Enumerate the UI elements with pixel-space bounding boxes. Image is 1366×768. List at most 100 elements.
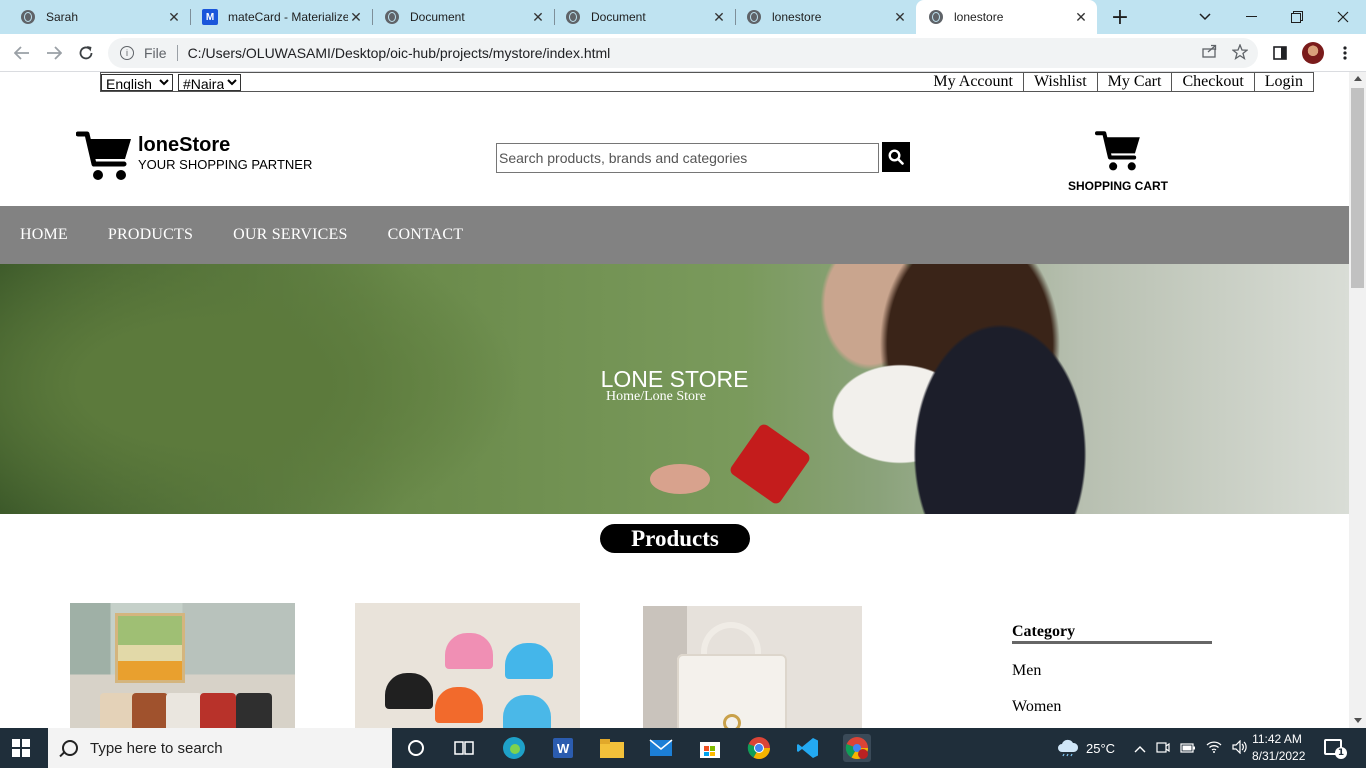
- more-menu-icon[interactable]: [1335, 43, 1355, 63]
- products-heading: Products: [600, 524, 750, 553]
- profile-avatar[interactable]: [1302, 42, 1324, 64]
- category-divider: [1012, 641, 1212, 644]
- chrome-profile-icon[interactable]: [843, 734, 871, 762]
- battery-icon[interactable]: [1180, 741, 1196, 756]
- close-icon[interactable]: ✕: [166, 9, 182, 25]
- url-text[interactable]: C:/Users/OLUWASAMI/Desktop/oic-hub/proje…: [188, 45, 611, 61]
- breadcrumb[interactable]: Home/Lone Store: [606, 389, 706, 405]
- globe-icon: [20, 9, 36, 25]
- word-icon[interactable]: W: [549, 734, 577, 762]
- wishlist-link[interactable]: Wishlist: [1022, 73, 1097, 91]
- scroll-thumb[interactable]: [1351, 88, 1364, 288]
- taskbar-search[interactable]: Type here to search: [48, 728, 392, 768]
- cortana-icon[interactable]: [402, 734, 430, 762]
- scroll-down-arrow-icon[interactable]: [1354, 718, 1362, 723]
- currency-select[interactable]: #Naira: [178, 74, 241, 91]
- close-window-button[interactable]: [1320, 0, 1366, 34]
- search-button[interactable]: [882, 142, 910, 172]
- close-icon[interactable]: ✕: [892, 9, 908, 25]
- new-tab-button[interactable]: +: [1108, 5, 1132, 30]
- forward-arrow-icon[interactable]: [42, 41, 66, 65]
- search-input[interactable]: [496, 143, 879, 173]
- login-link[interactable]: Login: [1253, 73, 1313, 91]
- shopping-cart-button[interactable]: SHOPPING CART: [1068, 130, 1168, 193]
- browser-tab-strip: Sarah ✕ M mateCard - Materialize ✕ Docum…: [0, 0, 1366, 34]
- chrome-icon[interactable]: [745, 734, 773, 762]
- weather-temp: 25°C: [1086, 740, 1116, 756]
- nav-products[interactable]: PRODUCTS: [108, 226, 193, 244]
- nav-contact[interactable]: CONTACT: [388, 226, 464, 244]
- nav-home[interactable]: HOME: [20, 226, 68, 244]
- browser-tab[interactable]: Sarah ✕: [0, 0, 190, 34]
- reload-icon[interactable]: [74, 41, 98, 65]
- wifi-icon[interactable]: [1206, 740, 1222, 756]
- close-icon[interactable]: ✕: [530, 9, 546, 25]
- category-item-men[interactable]: Men: [1012, 662, 1041, 680]
- nav-our-services[interactable]: OUR SERVICES: [233, 226, 347, 244]
- file-scheme-label: File: [144, 45, 167, 61]
- bookmark-star-icon[interactable]: [1231, 43, 1249, 64]
- task-view-icon[interactable]: [450, 734, 478, 762]
- info-icon[interactable]: i: [120, 46, 134, 60]
- brand-tagline: YOUR SHOPPING PARTNER: [138, 157, 313, 172]
- checkout-link[interactable]: Checkout: [1171, 73, 1253, 91]
- clock-time: 11:42 AM: [1252, 732, 1302, 746]
- scroll-up-arrow-icon[interactable]: [1354, 76, 1362, 81]
- browser-tab-active[interactable]: lonestore ✕: [916, 0, 1097, 34]
- vertical-scrollbar[interactable]: [1349, 72, 1366, 728]
- product-image[interactable]: [70, 603, 295, 728]
- store-icon[interactable]: [696, 734, 724, 762]
- globe-icon: [746, 9, 762, 25]
- svg-text:W: W: [557, 741, 570, 756]
- browser-tab[interactable]: Document ✕: [364, 0, 554, 34]
- meet-now-icon[interactable]: [1156, 740, 1170, 757]
- globe-icon: [384, 9, 400, 25]
- tab-title: Document: [591, 10, 646, 24]
- browser-tab[interactable]: lonestore ✕: [726, 0, 916, 34]
- category-item-women[interactable]: Women: [1012, 698, 1061, 716]
- browser-tab[interactable]: Document ✕: [545, 0, 735, 34]
- taskbar-search-placeholder: Type here to search: [90, 739, 223, 757]
- edge-browser-icon[interactable]: [500, 734, 528, 762]
- chevron-up-icon[interactable]: [1134, 741, 1146, 756]
- file-explorer-icon[interactable]: [598, 734, 626, 762]
- clock-date: 8/31/2022: [1252, 749, 1306, 763]
- tab-title: lonestore: [772, 10, 822, 24]
- language-select[interactable]: English: [101, 74, 173, 91]
- volume-icon[interactable]: [1232, 739, 1248, 757]
- cloud-rain-icon: [1058, 739, 1079, 757]
- globe-icon: [928, 9, 944, 25]
- notification-icon[interactable]: [1324, 739, 1347, 759]
- my-account-link[interactable]: My Account: [923, 73, 1023, 91]
- share-icon[interactable]: [1202, 44, 1218, 64]
- restore-button[interactable]: [1274, 0, 1320, 34]
- minimize-button[interactable]: [1228, 0, 1274, 34]
- product-image[interactable]: [355, 603, 580, 728]
- windows-start-icon[interactable]: [12, 739, 30, 757]
- clock[interactable]: 11:42 AM 8/31/2022: [1252, 731, 1306, 765]
- windows-taskbar: Type here to search W 25°C 11:42 AM 8/31…: [0, 728, 1366, 768]
- mail-icon[interactable]: [647, 734, 675, 762]
- my-cart-link[interactable]: My Cart: [1096, 73, 1172, 91]
- tab-title: mateCard - Materialize: [228, 10, 348, 24]
- weather-widget[interactable]: 25°C: [1056, 728, 1115, 768]
- side-panel-icon[interactable]: [1270, 43, 1290, 63]
- tab-title: Sarah: [46, 10, 79, 24]
- close-icon[interactable]: ✕: [348, 9, 364, 25]
- category-heading: Category: [1012, 623, 1076, 640]
- system-tray: [1134, 728, 1248, 768]
- browser-tab[interactable]: M mateCard - Materialize ✕: [182, 0, 372, 34]
- brand-name: loneStore: [138, 134, 231, 156]
- vscode-icon[interactable]: [794, 734, 822, 762]
- shopping-cart-label: SHOPPING CART: [1068, 179, 1169, 193]
- tab-title: Document: [410, 10, 465, 24]
- globe-icon: [565, 9, 581, 25]
- product-image[interactable]: [643, 606, 862, 728]
- close-icon[interactable]: ✕: [711, 9, 727, 25]
- address-bar[interactable]: i File C:/Users/OLUWASAMI/Desktop/oic-hu…: [108, 38, 1258, 68]
- account-links: My Account Wishlist My Cart Checkout Log…: [923, 73, 1313, 91]
- back-arrow-icon[interactable]: [10, 41, 34, 65]
- cart-icon: [1094, 131, 1140, 171]
- close-icon[interactable]: ✕: [1073, 9, 1089, 25]
- tab-search-chevron-icon[interactable]: [1182, 0, 1228, 34]
